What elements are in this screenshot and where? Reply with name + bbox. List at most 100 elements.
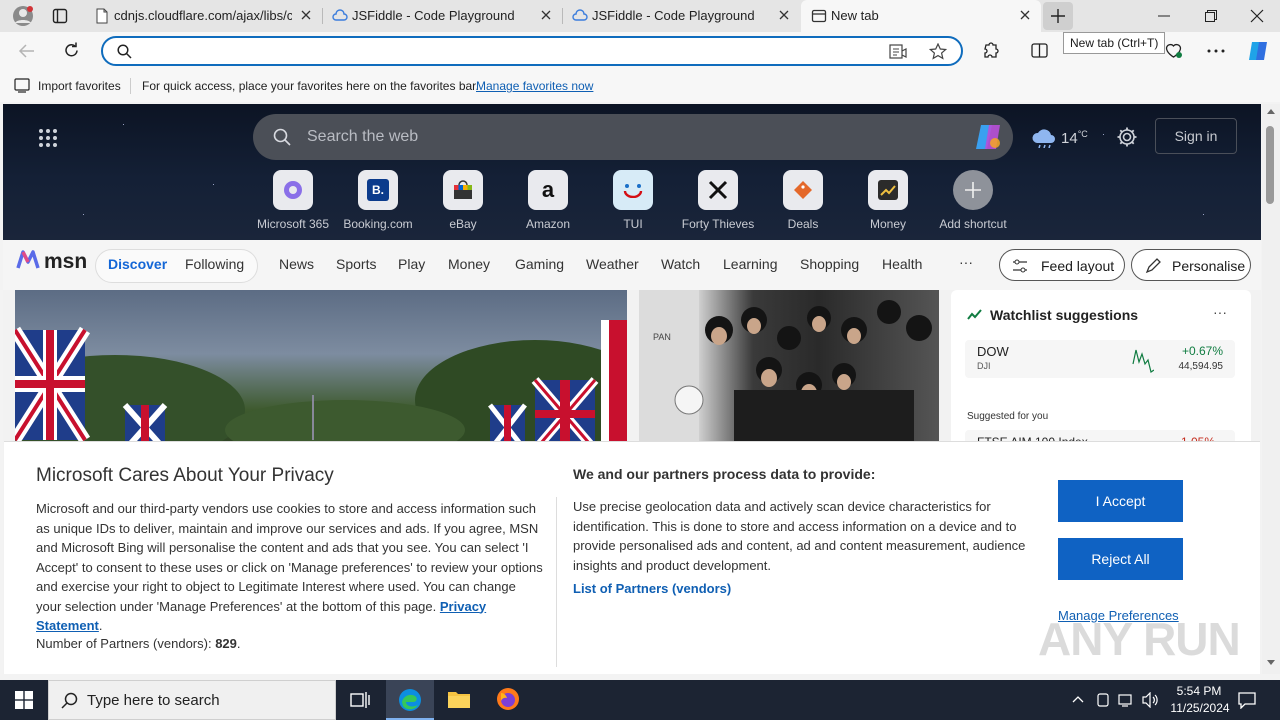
feed-layout-button[interactable]: Feed layout bbox=[999, 249, 1125, 281]
extensions-icon[interactable] bbox=[981, 41, 1000, 60]
notifications-icon[interactable] bbox=[1238, 691, 1256, 709]
new-tab-tooltip: New tab (Ctrl+T) bbox=[1063, 32, 1166, 54]
weather-cloud-icon[interactable] bbox=[1031, 126, 1057, 148]
restore-button[interactable] bbox=[1204, 9, 1218, 23]
shortcut-booking[interactable]: B. Booking.com bbox=[338, 170, 418, 231]
tab-title: JSFiddle - Code Playground bbox=[352, 8, 515, 23]
copilot-icon[interactable] bbox=[1246, 40, 1270, 62]
minimize-button[interactable] bbox=[1157, 9, 1171, 23]
nav-money[interactable]: Money bbox=[448, 256, 490, 272]
shortcut-money[interactable]: Money bbox=[848, 170, 928, 231]
page-settings-gear-icon[interactable] bbox=[1116, 126, 1138, 148]
partners-list-link[interactable]: List of Partners (vendors) bbox=[573, 579, 731, 599]
shortcut-tui[interactable]: TUI bbox=[593, 170, 673, 231]
reject-all-button[interactable]: Reject All bbox=[1058, 538, 1183, 580]
shortcut-forty-thieves[interactable]: Forty Thieves bbox=[678, 170, 758, 231]
refresh-button[interactable] bbox=[62, 41, 81, 60]
suggested-label: Suggested for you bbox=[967, 411, 1049, 422]
task-view-icon[interactable] bbox=[350, 691, 370, 709]
close-tab-icon[interactable] bbox=[778, 9, 790, 21]
sign-in-button[interactable]: Sign in bbox=[1155, 118, 1237, 154]
browser-essentials-icon[interactable] bbox=[1164, 41, 1183, 60]
tab-cdnjs[interactable]: cdnjs.cloudflare.com/ajax/libs/c bbox=[84, 0, 322, 32]
personalise-button[interactable]: Personalise bbox=[1131, 249, 1251, 281]
shortcut-amazon[interactable]: a Amazon bbox=[508, 170, 588, 231]
stock-trend-icon bbox=[967, 309, 983, 321]
close-tab-icon[interactable] bbox=[540, 9, 552, 21]
shortcut-microsoft-365[interactable]: Microsoft 365 bbox=[253, 170, 333, 231]
tab-actions-icon[interactable] bbox=[52, 8, 68, 24]
firefox-icon[interactable] bbox=[496, 687, 520, 711]
news-image-crowd[interactable]: PAN bbox=[639, 290, 939, 450]
scroll-up-arrow[interactable] bbox=[1267, 108, 1275, 114]
tab-new-tab[interactable]: New tab bbox=[801, 0, 1041, 32]
tab-title: cdnjs.cloudflare.com/ajax/libs/c bbox=[114, 8, 292, 23]
page-scrollbar[interactable] bbox=[1262, 104, 1280, 674]
nav-gaming[interactable]: Gaming bbox=[515, 256, 564, 272]
immersive-reader-icon[interactable] bbox=[889, 43, 907, 60]
tab-discover[interactable]: Discover bbox=[108, 256, 167, 272]
nav-sports[interactable]: Sports bbox=[336, 256, 376, 272]
shortcut-add[interactable]: Add shortcut bbox=[933, 170, 1013, 231]
profile-avatar[interactable] bbox=[12, 5, 34, 27]
back-button[interactable] bbox=[18, 42, 36, 60]
stock-exchange: DJI bbox=[977, 361, 991, 371]
close-window-button[interactable] bbox=[1250, 9, 1264, 23]
import-favorites-icon[interactable] bbox=[14, 78, 30, 93]
network-icon[interactable] bbox=[1118, 692, 1134, 708]
import-favorites-button[interactable]: Import favorites bbox=[38, 79, 121, 93]
shortcut-deals[interactable]: Deals bbox=[763, 170, 843, 231]
manage-favorites-link[interactable]: Manage favorites now bbox=[476, 79, 593, 93]
show-hidden-icons[interactable] bbox=[1072, 695, 1084, 703]
plus-icon bbox=[1051, 9, 1065, 23]
start-windows-icon[interactable] bbox=[15, 691, 33, 709]
tab-following[interactable]: Following bbox=[185, 256, 244, 272]
jsfiddle-icon bbox=[332, 8, 348, 24]
close-tab-icon[interactable] bbox=[300, 9, 312, 21]
favorite-star-icon[interactable] bbox=[929, 43, 947, 60]
taskbar-edge-button[interactable] bbox=[386, 680, 434, 720]
accept-button[interactable]: I Accept bbox=[1058, 480, 1183, 522]
address-input[interactable] bbox=[139, 42, 879, 60]
sliders-icon bbox=[1013, 259, 1027, 273]
taskbar-search-box[interactable]: Type here to search bbox=[48, 680, 336, 720]
nav-health[interactable]: Health bbox=[882, 256, 922, 272]
file-explorer-icon[interactable] bbox=[447, 688, 471, 710]
web-search-input[interactable] bbox=[307, 127, 907, 147]
nav-learning[interactable]: Learning bbox=[723, 256, 778, 272]
clock-time[interactable]: 5:54 PM bbox=[1174, 684, 1224, 698]
weather-temperature[interactable]: 14°C bbox=[1061, 129, 1088, 147]
copilot-icon[interactable] bbox=[973, 123, 1003, 151]
volume-icon[interactable] bbox=[1142, 692, 1160, 708]
split-screen-icon[interactable] bbox=[1030, 41, 1049, 60]
nav-watch[interactable]: Watch bbox=[661, 256, 700, 272]
tab-jsfiddle-2[interactable]: JSFiddle - Code Playground bbox=[562, 0, 800, 32]
apps-grid-icon[interactable] bbox=[38, 128, 58, 148]
nav-play[interactable]: Play bbox=[398, 256, 425, 272]
nav-news[interactable]: News bbox=[279, 256, 314, 272]
divider bbox=[556, 497, 557, 667]
settings-more-icon[interactable] bbox=[1207, 49, 1225, 53]
scroll-down-arrow[interactable] bbox=[1267, 660, 1275, 666]
address-bar[interactable] bbox=[101, 36, 963, 66]
defender-icon[interactable] bbox=[1096, 692, 1110, 708]
msn-logo[interactable] bbox=[15, 248, 41, 274]
clock-date[interactable]: 11/25/2024 bbox=[1164, 701, 1236, 715]
watchlist-more-button[interactable]: ··· bbox=[1213, 304, 1227, 320]
tab-jsfiddle-1[interactable]: JSFiddle - Code Playground bbox=[322, 0, 562, 32]
close-tab-icon[interactable] bbox=[1019, 9, 1031, 21]
nav-more-button[interactable]: ··· bbox=[959, 254, 973, 270]
taskbar-search-placeholder: Type here to search bbox=[87, 692, 220, 709]
new-tab-button[interactable] bbox=[1043, 2, 1073, 30]
web-search-box[interactable]: #search input::placeholder{color:#b9bcc3… bbox=[253, 114, 1013, 160]
watchlist-item-dow[interactable]: DOW DJI +0.67% 44,594.95 bbox=[965, 340, 1235, 378]
watermark: ANY RUN bbox=[1038, 613, 1241, 665]
news-image-flags[interactable] bbox=[15, 290, 627, 450]
nav-weather[interactable]: Weather bbox=[586, 256, 639, 272]
stock-change: +0.67% bbox=[1181, 344, 1223, 358]
shortcut-ebay[interactable]: eBay bbox=[423, 170, 503, 231]
nav-shopping[interactable]: Shopping bbox=[800, 256, 859, 272]
scroll-thumb[interactable] bbox=[1266, 126, 1274, 204]
deals-icon bbox=[794, 181, 812, 199]
forty-thieves-icon bbox=[708, 180, 728, 200]
